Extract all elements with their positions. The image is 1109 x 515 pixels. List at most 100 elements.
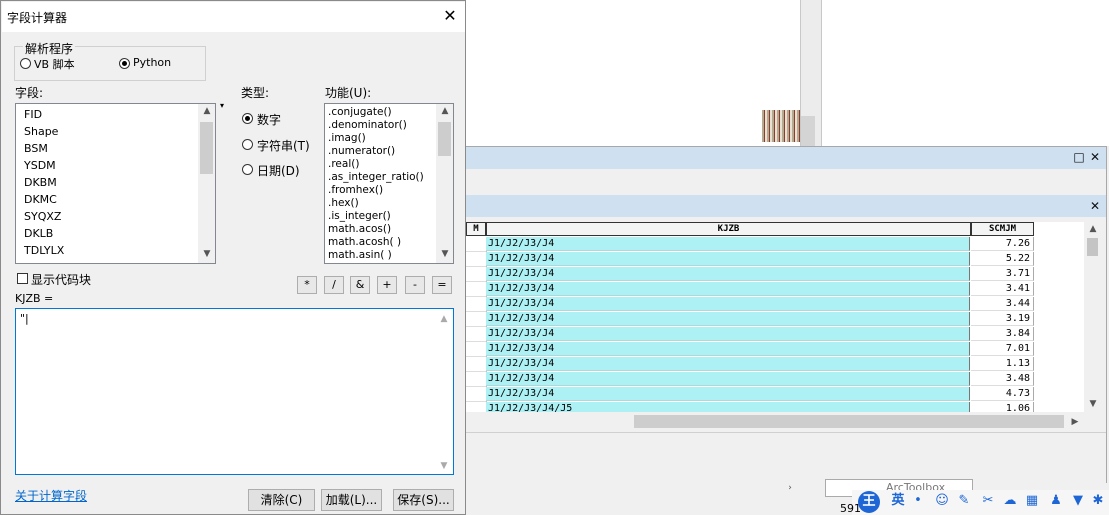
cell-scmjm[interactable]: 3.48 [971, 372, 1034, 386]
operator-divide-button[interactable]: / [324, 276, 344, 294]
scroll-up-icon[interactable]: ▲ [1086, 224, 1100, 234]
maximize-icon[interactable]: □ [1072, 150, 1086, 164]
scroll-up-icon[interactable]: ▲ [437, 314, 451, 324]
cell-scmjm[interactable]: 3.84 [971, 327, 1034, 341]
cell-m[interactable] [466, 342, 487, 357]
cell-scmjm[interactable]: 3.71 [971, 267, 1034, 281]
expression-textarea[interactable]: "| ▲ ▼ [15, 308, 454, 475]
cell-kjzb[interactable]: J1/J2/J3/J4 [486, 297, 970, 311]
column-header-m[interactable]: M [466, 222, 486, 236]
field-item[interactable]: YSDM [24, 159, 56, 172]
operator-plus-button[interactable]: + [377, 276, 397, 294]
scroll-right-icon[interactable]: › [783, 483, 797, 493]
show-codeblock-checkbox[interactable] [17, 273, 28, 284]
function-item[interactable]: .numerator() [328, 145, 395, 157]
table-row[interactable]: J1/J2/J3/J4 7.26 [466, 237, 1034, 252]
radio-vbscript-label[interactable]: VB 脚本 [34, 56, 75, 72]
field-item[interactable]: Shape [24, 125, 58, 138]
cell-m[interactable] [466, 402, 487, 412]
scroll-down-icon[interactable]: ▼ [200, 249, 214, 259]
cell-m[interactable] [466, 357, 487, 372]
cell-m[interactable] [466, 267, 487, 282]
function-item[interactable]: .is_integer() [328, 210, 391, 222]
function-item[interactable]: .hex() [328, 197, 359, 209]
cell-m[interactable] [466, 387, 487, 402]
field-item[interactable]: BSM [24, 142, 48, 155]
table-row[interactable]: J1/J2/J3/J4 7.01 [466, 342, 1034, 357]
load-button[interactable]: 加载(L)... [321, 489, 382, 511]
field-item[interactable]: TDLYLX [24, 244, 64, 257]
cell-kjzb[interactable]: J1/J2/J3/J4 [486, 252, 970, 266]
radio-vbscript[interactable] [20, 58, 31, 69]
cell-scmjm[interactable]: 5.22 [971, 252, 1034, 266]
scroll-right-icon[interactable]: ▶ [1068, 417, 1082, 427]
radio-python[interactable] [119, 58, 130, 69]
cell-kjzb[interactable]: J1/J2/J3/J4 [486, 267, 970, 281]
function-item[interactable]: .conjugate() [328, 106, 392, 118]
function-item[interactable]: .imag() [328, 132, 366, 144]
cell-scmjm[interactable]: 7.01 [971, 342, 1034, 356]
punctuation-icon[interactable]: • [910, 493, 926, 509]
cell-kjzb[interactable]: J1/J2/J3/J4/J5 [486, 402, 970, 412]
radio-type-date[interactable] [242, 164, 253, 175]
table-vscroll-thumb[interactable] [1087, 238, 1098, 256]
about-calculate-field-link[interactable]: 关于计算字段 [15, 487, 87, 504]
user-icon[interactable]: ♟ [1048, 493, 1064, 509]
radio-type-number-label[interactable]: 数字 [257, 111, 281, 128]
cell-scmjm[interactable]: 1.13 [971, 357, 1034, 371]
field-item[interactable]: DKLB [24, 227, 53, 240]
cell-kjzb[interactable]: J1/J2/J3/J4 [486, 372, 970, 386]
scissors-icon[interactable]: ✂ [980, 493, 996, 509]
function-item[interactable]: .real() [328, 158, 359, 170]
field-item[interactable]: DKBM [24, 176, 57, 189]
function-item[interactable]: .fromhex() [328, 184, 383, 196]
cell-m[interactable] [466, 252, 487, 267]
cell-scmjm[interactable]: 3.41 [971, 282, 1034, 296]
gear-icon[interactable]: ✱ [1090, 493, 1106, 509]
clear-button[interactable]: 清除(C) [248, 489, 315, 511]
scroll-down-icon[interactable]: ▼ [1086, 399, 1100, 409]
cell-kjzb[interactable]: J1/J2/J3/J4 [486, 357, 970, 371]
cell-m[interactable] [466, 372, 487, 387]
functions-scroll-thumb[interactable] [438, 122, 451, 156]
cell-kjzb[interactable]: J1/J2/J3/J4 [486, 387, 970, 401]
table-row[interactable]: J1/J2/J3/J4/J5 1.06 [466, 402, 1034, 412]
close-icon[interactable]: ✕ [441, 7, 459, 25]
cell-scmjm[interactable]: 7.26 [971, 237, 1034, 251]
cell-m[interactable] [466, 312, 487, 327]
column-header-kjzb[interactable]: KJZB [486, 222, 971, 236]
cell-m[interactable] [466, 297, 487, 312]
functions-list[interactable]: .conjugate() .denominator() .imag() .numera… [324, 103, 454, 264]
table-row[interactable]: J1/J2/J3/J4 4.73 [466, 387, 1034, 402]
cell-scmjm[interactable]: 4.73 [971, 387, 1034, 401]
function-item[interactable]: math.acos() [328, 223, 391, 235]
operator-equals-button[interactable]: = [432, 276, 452, 294]
radio-python-label[interactable]: Python [133, 56, 171, 69]
shirt-icon[interactable]: ▼ [1070, 493, 1086, 509]
radio-type-number[interactable] [242, 113, 253, 124]
cell-kjzb[interactable]: J1/J2/J3/J4 [486, 342, 970, 356]
emoji-icon[interactable]: ☺ [934, 493, 950, 509]
table-row[interactable]: J1/J2/J3/J4 3.44 [466, 297, 1034, 312]
table-row[interactable]: J1/J2/J3/J4 3.71 [466, 267, 1034, 282]
language-toggle[interactable]: 英 [890, 493, 906, 509]
show-codeblock-label[interactable]: 显示代码块 [31, 271, 91, 288]
column-header-scmjm[interactable]: SCMJM [971, 222, 1034, 236]
scroll-down-icon[interactable]: ▼ [438, 249, 452, 259]
function-item[interactable]: .as_integer_ratio() [328, 171, 424, 183]
table-row[interactable]: J1/J2/J3/J4 3.48 [466, 372, 1034, 387]
cell-m[interactable] [466, 282, 487, 297]
field-item[interactable]: SYQXZ [24, 210, 61, 223]
cell-scmjm[interactable]: 3.19 [971, 312, 1034, 326]
cell-m[interactable] [466, 237, 487, 252]
cell-kjzb[interactable]: J1/J2/J3/J4 [486, 237, 970, 251]
table-hscroll-thumb[interactable] [634, 415, 1064, 428]
operator-concat-button[interactable]: & [350, 276, 370, 294]
cell-kjzb[interactable]: J1/J2/J3/J4 [486, 312, 970, 326]
function-item[interactable]: math.asin( ) [328, 249, 392, 261]
table-row[interactable]: J1/J2/J3/J4 3.19 [466, 312, 1034, 327]
operator-multiply-button[interactable]: * [297, 276, 317, 294]
ime-icon[interactable]: 王 [858, 491, 880, 513]
save-button[interactable]: 保存(S)... [393, 489, 454, 511]
table-row[interactable]: J1/J2/J3/J4 3.84 [466, 327, 1034, 342]
